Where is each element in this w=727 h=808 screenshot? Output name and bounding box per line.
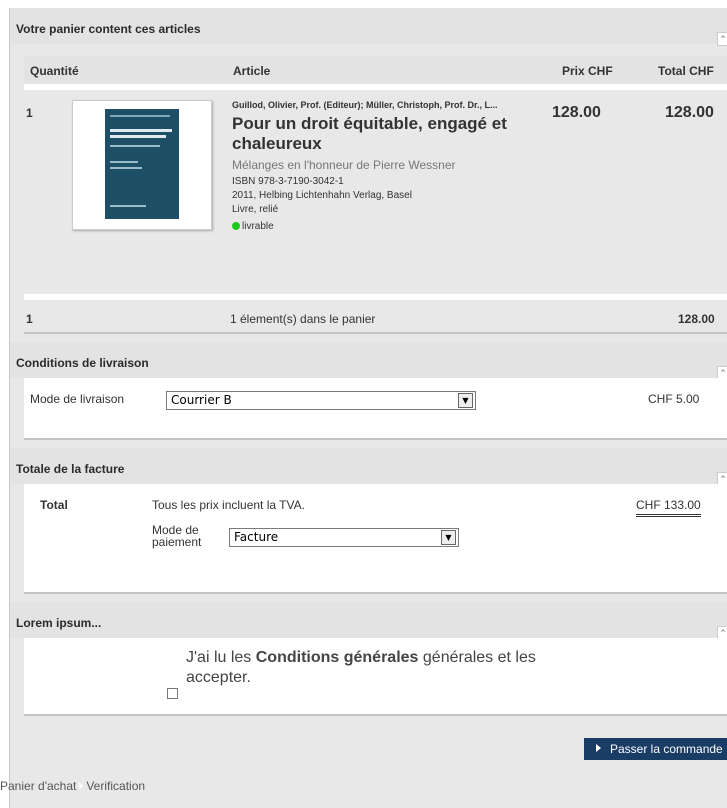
cart-table-header: Quantité Article Prix CHF Total CHF (24, 56, 727, 84)
header-article: Article (233, 64, 271, 78)
availability-status: livrable (232, 221, 548, 232)
cart-summary-row: 1 1 élement(s) dans le panier 128.00 (24, 306, 727, 332)
summary-total: 128.00 (678, 312, 715, 326)
divider (24, 332, 727, 334)
breadcrumb-item-verification: Verification (86, 779, 146, 793)
place-order-label: Passer la commande (610, 742, 723, 756)
availability-dot-icon (232, 222, 240, 230)
payment-label: Mode de paiement (152, 524, 201, 548)
invoice-section-header: Totale de la facture ⌃ (10, 448, 727, 486)
header-total: Total CHF (658, 64, 714, 78)
delivery-mode-label: Mode de livraison (30, 392, 125, 406)
delivery-section-header: Conditions de livraison ⌃ (10, 342, 727, 380)
item-info: Guillod, Olivier, Prof. (Editeur); Mülle… (232, 100, 548, 232)
divider (24, 294, 727, 300)
terms-text-post: générales et les (418, 649, 536, 666)
divider (24, 592, 727, 594)
payment-mode-select[interactable]: Facture ▼ (229, 528, 459, 547)
terms-text-end: accepter. (186, 669, 251, 686)
invoice-total: CHF 133.00 (636, 498, 701, 517)
divider (24, 438, 727, 440)
summary-qty: 1 (26, 312, 33, 326)
cart-section-header: Votre panier content ces articles ⌃ (10, 8, 727, 46)
book-cover (105, 109, 179, 219)
availability-text: livrable (242, 221, 274, 232)
header-price: Prix CHF (562, 64, 613, 78)
header-qty: Quantité (30, 64, 79, 78)
item-price: 128.00 (552, 104, 601, 121)
terms-box: J'ai lu les Conditions générales général… (24, 638, 727, 714)
delivery-box: Mode de livraison Courrier B ▼ CHF 5.00 (24, 378, 727, 438)
item-authors: Guillod, Olivier, Prof. (Editeur); Mülle… (232, 100, 498, 110)
chevron-right-icon (79, 782, 84, 790)
item-title[interactable]: Pour un droit équitable, engagé et chale… (232, 114, 548, 154)
item-isbn: ISBN 978-3-7190-3042-1 (232, 176, 344, 187)
summary-text: 1 élement(s) dans le panier (230, 312, 376, 326)
checkout-frame: Votre panier content ces articles ⌃ Quan… (9, 8, 727, 808)
chevron-down-icon: ▼ (441, 530, 456, 545)
divider (24, 714, 727, 716)
terms-section-title: Lorem ipsum... (16, 616, 102, 630)
cart-section-title: Votre panier content ces articles (16, 22, 201, 36)
delivery-mode-value: Courrier B (171, 393, 232, 407)
item-publisher: 2011, Helbing Lichtenhahn Verlag, Basel (232, 190, 412, 201)
place-order-button[interactable]: Passer la commande (584, 738, 727, 760)
terms-link[interactable]: Conditions générales (256, 649, 419, 666)
breadcrumb: Panier d'achat Verification (0, 779, 145, 793)
delivery-cost: CHF 5.00 (648, 392, 700, 406)
item-qty: 1 (26, 106, 33, 120)
terms-text-pre: J'ai lu les (186, 649, 256, 666)
terms-checkbox[interactable] (167, 688, 178, 699)
delivery-section-title: Conditions de livraison (16, 356, 149, 370)
payment-mode-value: Facture (234, 530, 279, 544)
collapse-icon[interactable]: ⌃ (717, 32, 727, 46)
item-subtitle: Mélanges en l'honneur de Pierre Wessner (232, 158, 456, 172)
breadcrumb-item-cart[interactable]: Panier d'achat (0, 779, 76, 793)
terms-text: J'ai lu les Conditions générales général… (186, 648, 586, 688)
invoice-section-title: Totale de la facture (16, 462, 125, 476)
vat-note: Tous les prix incluent la TVA. (152, 498, 305, 512)
payment-label-line2: paiement (152, 535, 202, 549)
cart-item-row: 1 Guillod, Olivier, Prof. (Editeur); Mül… (24, 90, 727, 300)
chevron-down-icon: ▼ (458, 393, 473, 408)
invoice-box: Total Tous les prix incluent la TVA. CHF… (24, 484, 727, 592)
book-cover-image[interactable] (72, 100, 212, 230)
item-total: 128.00 (665, 104, 714, 121)
delivery-mode-select[interactable]: Courrier B ▼ (166, 391, 476, 410)
total-label: Total (40, 498, 68, 512)
terms-section-header: Lorem ipsum... ⌃ (10, 602, 727, 640)
item-format: Livre, relié (232, 204, 279, 215)
play-icon (596, 744, 601, 752)
